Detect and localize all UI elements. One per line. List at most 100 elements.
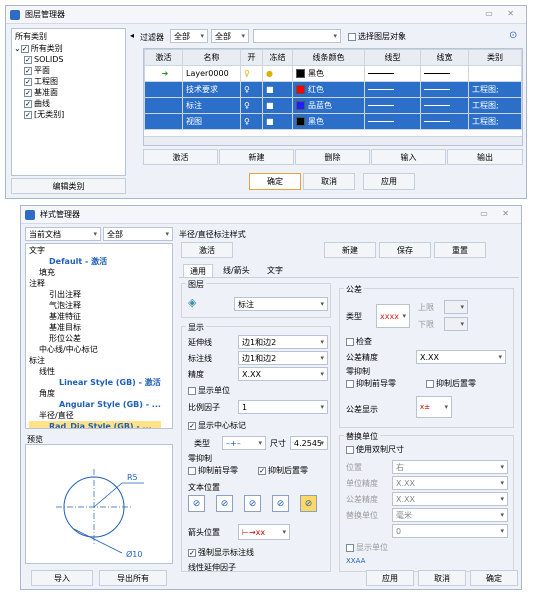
show-unit-checkbox[interactable]: 显示单位 [188, 385, 230, 396]
edit-category-button[interactable]: 编辑类别 [11, 178, 126, 194]
column-header[interactable]: 开 [240, 49, 263, 66]
text-pos-option-2[interactable]: ⊘ [216, 495, 233, 512]
suppress-trailing-checkbox[interactable]: ✓ 抑制后置零 [258, 465, 308, 476]
tree-item[interactable]: ✓ [无类别] [14, 109, 64, 120]
filter-select-2[interactable]: 全部 [211, 29, 249, 43]
style-tree-item[interactable]: 填充 [29, 267, 161, 278]
upper-input[interactable] [444, 300, 468, 314]
table-row[interactable]: 技术要求 ♀ ■ 红色 工程图; [144, 81, 522, 98]
tol-precision2-select[interactable]: X.XX [392, 492, 508, 506]
tree-item[interactable]: ✓ SOLIDS [14, 54, 64, 65]
ext-line-select[interactable]: 边1和边2 [238, 335, 328, 349]
import-style-button[interactable]: 导入 [31, 570, 93, 586]
tol-precision-select[interactable]: X.XX [416, 350, 506, 364]
tol-display-select[interactable]: x± [416, 396, 452, 418]
lightbulb-icon[interactable]: ♀ [240, 97, 263, 114]
linetype-cell[interactable] [364, 97, 421, 114]
style-tree-item[interactable]: 半径/直径 [29, 410, 161, 421]
import-button[interactable]: 输入 [371, 149, 446, 165]
precision-select[interactable]: X.XX [238, 367, 328, 381]
column-header[interactable]: 激活 [144, 49, 183, 66]
style-tree-item[interactable]: 基准目标 [29, 322, 161, 333]
text-pos-option-4[interactable]: ⊘ [272, 495, 289, 512]
tree-root[interactable]: ⌄✓ 所有类别 [14, 43, 64, 54]
delete-button[interactable]: 删除 [295, 149, 370, 165]
activate-button[interactable]: 激活 [143, 149, 218, 165]
filter-text-input[interactable] [253, 29, 341, 43]
linetype-cell[interactable] [364, 65, 421, 82]
activate-style-button[interactable]: 激活 [181, 242, 233, 258]
text-pos-option-1[interactable]: ⊘ [188, 495, 205, 512]
color-cell[interactable]: 品蓝色 [292, 97, 365, 114]
check-checkbox[interactable]: 检查 [346, 336, 372, 347]
tree-item[interactable]: ✓ 工程图 [14, 76, 64, 87]
style-tree-item[interactable]: 线性 [29, 366, 161, 377]
suppress-trailing2-checkbox[interactable]: 抑制后置零 [426, 378, 476, 389]
tol-type-select[interactable]: xxxx [376, 304, 410, 328]
alt-zero-input[interactable]: 0 [392, 524, 508, 538]
style-tree-item[interactable]: 形位公差 [29, 333, 161, 344]
scale-input[interactable]: 1 [238, 400, 328, 414]
text-pos-option-5[interactable]: ⊘ [300, 495, 317, 512]
style-tree-item[interactable]: Default - 激活 [29, 256, 161, 267]
suppress-leading2-checkbox[interactable]: 抑制前导零 [346, 378, 396, 389]
export-button[interactable]: 输出 [447, 149, 523, 165]
arrow-pos-select[interactable]: ⊢→xx [238, 524, 290, 540]
lightbulb-icon[interactable]: ♀ [240, 113, 263, 130]
save-style-button[interactable]: 保存 [379, 242, 431, 258]
style-tree-item[interactable]: 引出注释 [29, 289, 161, 300]
linetype-cell[interactable] [364, 113, 421, 130]
doc-filter-select[interactable]: 全部 [103, 227, 173, 241]
filter-select-1[interactable]: 全部 [170, 29, 208, 43]
style-tree-item[interactable]: 标注 [29, 355, 161, 366]
cancel-button[interactable]: 取消 [303, 173, 355, 190]
export-all-button[interactable]: 导出所有 [99, 570, 167, 586]
column-header[interactable]: 冻结 [262, 49, 293, 66]
center-mark-type-select[interactable]: –+– [222, 436, 266, 450]
reset-style-button[interactable]: 重置 [434, 242, 486, 258]
sun-icon[interactable]: ■ [262, 81, 293, 98]
column-header[interactable]: 类别 [468, 49, 522, 66]
new-style-button[interactable]: 新建 [324, 242, 376, 258]
apply-button[interactable]: 应用 [363, 173, 415, 190]
sun-icon[interactable]: ● [262, 65, 293, 82]
dim-line-select[interactable]: 边1和边2 [238, 351, 328, 365]
horizontal-scrollbar[interactable] [144, 136, 522, 145]
linewidth-cell[interactable] [420, 81, 469, 98]
window-controls[interactable]: ▭ ✕ [485, 9, 520, 18]
style-tree-item[interactable]: 注释 [29, 278, 161, 289]
settings-icon[interactable]: ⊙ [509, 30, 517, 41]
lightbulb-icon[interactable]: ♀ [240, 81, 263, 98]
ok-style-button[interactable]: 确定 [470, 570, 518, 586]
style-tree-item[interactable]: 角度 [29, 388, 161, 399]
style-tree-item[interactable]: 气泡注释 [29, 300, 161, 311]
table-row[interactable]: 标注 ♀ ■ 品蓝色 工程图; [144, 97, 522, 114]
category-cell[interactable]: 工程图; [468, 97, 522, 114]
tree-item[interactable]: ✓ 平面 [14, 65, 64, 76]
linewidth-cell[interactable] [420, 97, 469, 114]
style-tree-item[interactable]: 中心线/中心标记 [29, 344, 161, 355]
style-tree-item[interactable]: Angular Style (GB) - ... [29, 399, 161, 410]
position-select[interactable]: 右 [392, 460, 508, 474]
tab-text[interactable]: 文字 [261, 264, 289, 277]
filter-arrow-icon[interactable]: ◂ [130, 31, 134, 40]
color-cell[interactable]: 黑色 [292, 65, 365, 82]
new-button[interactable]: 新建 [219, 149, 294, 165]
select-layer-object-checkbox[interactable]: 选择图层对象 [348, 31, 406, 42]
text-pos-option-3[interactable]: ⊘ [244, 495, 261, 512]
linetype-cell[interactable] [364, 81, 421, 98]
style-tree-item[interactable]: Rad_Dia Style (GB) - ... [29, 421, 161, 428]
lightbulb-icon[interactable]: ♀ [240, 65, 263, 82]
sun-icon[interactable]: ■ [262, 113, 293, 130]
force-show-dim-checkbox[interactable]: ✓ 强制显示标注线 [188, 547, 254, 558]
show-unit2-checkbox[interactable]: 显示单位 [346, 542, 388, 553]
ok-button[interactable]: 确定 [249, 173, 301, 190]
tree-item[interactable]: ✓ 曲线 [14, 98, 64, 109]
column-header[interactable]: 线型 [364, 49, 421, 66]
doc-scope-select[interactable]: 当前文档 [25, 227, 101, 241]
lower-input[interactable] [444, 317, 468, 331]
layer-select[interactable]: 标注 [234, 297, 328, 311]
tree-item[interactable]: ✓ 基准面 [14, 87, 64, 98]
table-row[interactable]: ➜ Layer0000 ♀ ● 黑色 [144, 65, 522, 82]
tab-line-arrow[interactable]: 线/箭头 [217, 264, 256, 277]
